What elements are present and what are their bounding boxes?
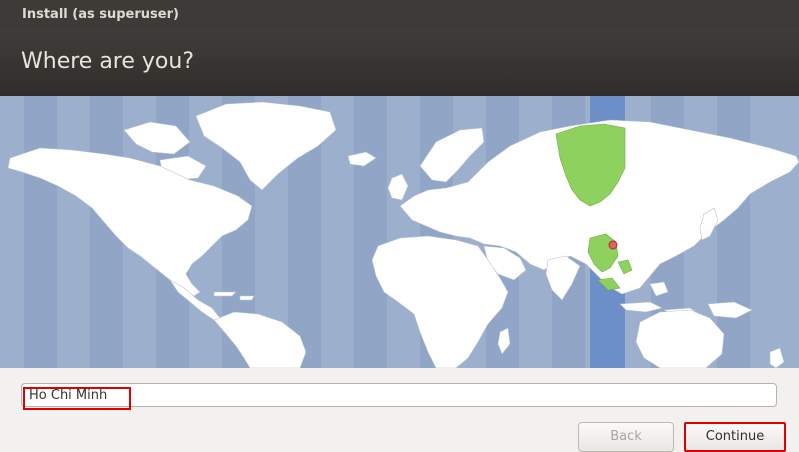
page-header: Where are you? bbox=[0, 30, 799, 96]
world-map-graphic[interactable] bbox=[0, 96, 799, 368]
location-input[interactable] bbox=[21, 383, 777, 407]
back-button[interactable]: Back bbox=[578, 422, 674, 452]
window-titlebar: Install (as superuser) bbox=[0, 0, 799, 30]
timezone-map[interactable] bbox=[0, 96, 799, 368]
page-title: Where are you? bbox=[21, 49, 194, 74]
location-marker[interactable] bbox=[608, 240, 618, 250]
window-title: Install (as superuser) bbox=[22, 7, 179, 22]
continue-button[interactable]: Continue bbox=[684, 422, 786, 452]
australia bbox=[635, 309, 725, 368]
